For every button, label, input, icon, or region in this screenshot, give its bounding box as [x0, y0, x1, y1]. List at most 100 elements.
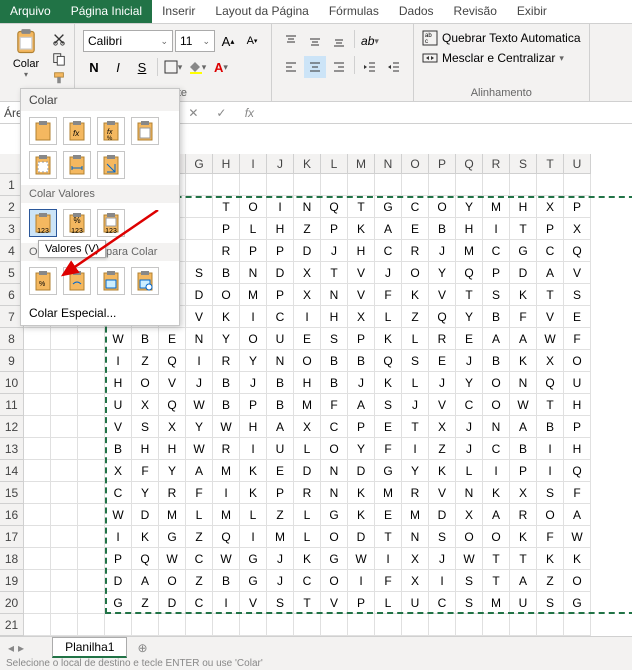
cell[interactable] — [51, 570, 78, 592]
cell[interactable]: U — [267, 328, 294, 350]
cell[interactable]: R — [402, 482, 429, 504]
column-header[interactable]: S — [510, 154, 537, 174]
cell[interactable]: C — [186, 548, 213, 570]
cell[interactable] — [348, 174, 375, 196]
cell[interactable]: N — [321, 482, 348, 504]
cell[interactable] — [78, 372, 105, 394]
cell[interactable] — [375, 614, 402, 636]
cell[interactable] — [402, 614, 429, 636]
cell[interactable] — [78, 570, 105, 592]
cell[interactable]: B — [213, 372, 240, 394]
cell[interactable]: V — [537, 306, 564, 328]
cell[interactable]: V — [105, 416, 132, 438]
cell[interactable]: Y — [402, 460, 429, 482]
paste-option-keep-fmt[interactable] — [131, 117, 159, 145]
cell[interactable]: X — [132, 394, 159, 416]
cell[interactable]: B — [267, 394, 294, 416]
cell[interactable]: T — [213, 196, 240, 218]
cell[interactable] — [51, 526, 78, 548]
cell[interactable]: F — [375, 438, 402, 460]
tab-home[interactable]: Página Inicial — [61, 0, 152, 23]
row-header[interactable]: 17 — [0, 526, 24, 548]
cell[interactable]: S — [186, 262, 213, 284]
cell[interactable]: D — [348, 526, 375, 548]
cell[interactable] — [51, 394, 78, 416]
column-header[interactable]: U — [564, 154, 591, 174]
cell[interactable]: Y — [186, 416, 213, 438]
cell[interactable]: Y — [429, 262, 456, 284]
cell[interactable]: X — [294, 262, 321, 284]
cell[interactable] — [51, 614, 78, 636]
cell[interactable] — [24, 504, 51, 526]
cell[interactable] — [51, 482, 78, 504]
cell[interactable] — [78, 394, 105, 416]
cell[interactable]: A — [483, 504, 510, 526]
cell[interactable]: E — [456, 328, 483, 350]
cell[interactable]: M — [213, 504, 240, 526]
cell[interactable]: J — [429, 240, 456, 262]
cell[interactable] — [186, 218, 213, 240]
paste-picture-button[interactable] — [97, 267, 125, 295]
cell[interactable]: V — [159, 372, 186, 394]
row-header[interactable]: 20 — [0, 592, 24, 614]
cell[interactable]: K — [348, 482, 375, 504]
cell[interactable]: L — [294, 526, 321, 548]
cell[interactable]: H — [105, 372, 132, 394]
cell[interactable]: X — [402, 570, 429, 592]
cell[interactable]: C — [483, 438, 510, 460]
cell[interactable]: M — [213, 460, 240, 482]
cell[interactable]: D — [186, 284, 213, 306]
cell[interactable]: Y — [132, 482, 159, 504]
cell[interactable]: I — [483, 218, 510, 240]
column-header[interactable]: G — [186, 154, 213, 174]
cell[interactable]: O — [321, 526, 348, 548]
cell[interactable]: A — [483, 328, 510, 350]
cell[interactable]: K — [429, 460, 456, 482]
cell[interactable]: F — [375, 284, 402, 306]
cell[interactable]: R — [213, 350, 240, 372]
cell[interactable]: B — [213, 570, 240, 592]
cell[interactable] — [483, 174, 510, 196]
cell[interactable]: A — [132, 570, 159, 592]
cell[interactable]: M — [267, 526, 294, 548]
cell[interactable] — [78, 548, 105, 570]
cell[interactable]: B — [213, 262, 240, 284]
cell[interactable] — [24, 526, 51, 548]
cell[interactable]: Q — [213, 526, 240, 548]
cell[interactable]: S — [321, 328, 348, 350]
bold-button[interactable]: N — [83, 56, 105, 78]
row-header[interactable]: 10 — [0, 372, 24, 394]
cell[interactable]: D — [429, 504, 456, 526]
cell[interactable] — [24, 438, 51, 460]
cell[interactable]: R — [213, 438, 240, 460]
cell[interactable]: X — [537, 350, 564, 372]
cell[interactable]: Q — [159, 350, 186, 372]
sheet-nav-prev[interactable]: ◂ — [8, 641, 14, 655]
cell[interactable]: E — [429, 350, 456, 372]
cell[interactable]: Y — [456, 306, 483, 328]
cell[interactable]: J — [186, 372, 213, 394]
cell[interactable]: U — [564, 372, 591, 394]
cell[interactable]: K — [132, 526, 159, 548]
cell[interactable]: T — [321, 262, 348, 284]
cell[interactable]: V — [429, 482, 456, 504]
cell[interactable]: N — [402, 526, 429, 548]
cell[interactable]: Y — [456, 372, 483, 394]
cell[interactable]: I — [537, 438, 564, 460]
cell[interactable]: U — [105, 394, 132, 416]
row-header[interactable]: 13 — [0, 438, 24, 460]
cell[interactable]: V — [186, 306, 213, 328]
tab-insert[interactable]: Inserir — [152, 0, 205, 23]
cell[interactable]: V — [240, 592, 267, 614]
cell[interactable]: B — [429, 218, 456, 240]
decrease-font-button[interactable]: A▾ — [241, 30, 263, 52]
cell[interactable]: A — [186, 460, 213, 482]
cell[interactable] — [321, 174, 348, 196]
cell[interactable] — [24, 350, 51, 372]
cell[interactable]: T — [483, 548, 510, 570]
cell[interactable]: Q — [375, 350, 402, 372]
cell[interactable]: K — [348, 218, 375, 240]
cell[interactable] — [213, 174, 240, 196]
cell[interactable]: S — [537, 482, 564, 504]
cell[interactable]: I — [294, 306, 321, 328]
